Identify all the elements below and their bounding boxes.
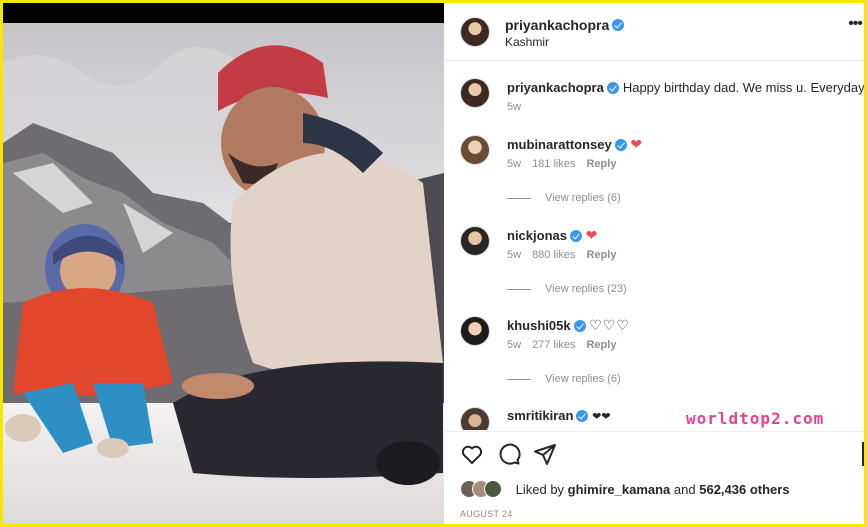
black-hearts-emoji: ❤❤ [592, 411, 611, 423]
verified-icon [569, 229, 582, 242]
author-username[interactable]: priyankachopra [505, 17, 609, 33]
post-date[interactable]: AUGUST 24 [460, 509, 513, 519]
comment-username[interactable]: smritikiran [507, 408, 573, 423]
author-username-row[interactable]: priyankachopra [505, 17, 625, 33]
post-header: priyankachopra Kashmir ••• [444, 3, 864, 61]
likes-row[interactable]: Liked by ghimire_kamana and 562,436 othe… [460, 480, 790, 498]
verified-icon [614, 138, 627, 151]
comment-line: smritikiran ❤❤ [507, 407, 611, 426]
verified-icon [612, 19, 625, 32]
comment-username[interactable]: nickjonas [507, 228, 567, 243]
comment-time[interactable]: 5w [507, 158, 521, 170]
replies-divider [507, 378, 531, 380]
heart-icon[interactable] [460, 442, 484, 466]
liker-avatars [460, 480, 510, 498]
likes-count[interactable]: 562,436 others [699, 482, 789, 497]
view-replies-label: View replies (6) [545, 192, 621, 204]
post-actions: Liked by ghimire_kamana and 562,436 othe… [444, 431, 864, 524]
comment-username[interactable]: mubinarattonsey [507, 137, 612, 152]
comment-line: mubinarattonsey ❤ [507, 135, 642, 154]
avatar[interactable] [460, 407, 490, 430]
liker-avatar [484, 480, 502, 498]
comment-text: Happy birthday dad. We miss u. Everyday. [622, 80, 864, 95]
comment-time[interactable]: 5w [507, 101, 521, 113]
avatar[interactable] [460, 226, 490, 256]
replies-divider [507, 288, 531, 290]
comment-likes[interactable]: 181 likes [532, 158, 575, 170]
likes-and: and [673, 481, 696, 497]
reply-button[interactable]: Reply [586, 158, 616, 170]
comment-likes[interactable]: 277 likes [532, 339, 575, 351]
comment-likes[interactable]: 880 likes [532, 249, 575, 261]
comment-username[interactable]: priyankachopra [507, 80, 604, 95]
comment-line: khushi05k ♡♡♡ [507, 316, 630, 335]
post-photo[interactable] [3, 3, 444, 524]
verified-icon [606, 81, 619, 94]
verified-icon [576, 409, 589, 422]
white-hearts-emoji: ♡♡♡ [589, 317, 630, 333]
comment-time[interactable]: 5w [507, 249, 521, 261]
bookmark-icon[interactable] [862, 442, 864, 466]
red-heart-emoji: ❤ [585, 227, 598, 243]
avatar[interactable] [460, 135, 490, 165]
avatar[interactable] [460, 316, 490, 346]
share-icon[interactable] [533, 442, 557, 466]
comment-icon[interactable] [497, 442, 521, 466]
likes-prefix: Liked by [515, 481, 565, 497]
reply-button[interactable]: Reply [586, 249, 616, 261]
verified-icon [573, 319, 586, 332]
comment-username[interactable]: khushi05k [507, 318, 571, 333]
comment-meta: 5w 880 likes Reply [507, 249, 627, 261]
comment-line: nickjonas ❤ [507, 226, 597, 245]
comment-meta: 5w 181 likes Reply [507, 158, 627, 170]
red-heart-emoji: ❤ [630, 136, 643, 152]
comments-list[interactable]: priyankachopra Happy birthday dad. We mis… [444, 62, 864, 430]
more-icon[interactable]: ••• [848, 15, 863, 33]
watermark: worldtop2.com [686, 409, 825, 428]
post-modal: priyankachopra Kashmir ••• priyankachopr… [3, 3, 864, 524]
avatar[interactable] [460, 78, 490, 108]
post-details-panel: priyankachopra Kashmir ••• priyankachopr… [444, 3, 864, 524]
photo-illustration [3, 3, 444, 524]
view-replies-label: View replies (23) [545, 283, 627, 295]
comment-meta: 5w [507, 101, 532, 113]
caption-line: priyankachopra Happy birthday dad. We mis… [507, 78, 864, 97]
replies-divider [507, 197, 531, 199]
post-location[interactable]: Kashmir [505, 35, 549, 49]
comment-time[interactable]: 5w [507, 339, 521, 351]
view-replies-button[interactable]: View replies (23) [507, 283, 627, 295]
view-replies-button[interactable]: View replies (6) [507, 192, 621, 204]
likes-text: Liked by ghimire_kamana and 562,436 othe… [516, 482, 790, 497]
reply-button[interactable]: Reply [586, 339, 616, 351]
author-avatar[interactable] [460, 17, 490, 47]
view-replies-button[interactable]: View replies (6) [507, 373, 621, 385]
comment-meta: 5w 277 likes Reply [507, 339, 627, 351]
liker-username[interactable]: ghimire_kamana [568, 482, 671, 497]
view-replies-label: View replies (6) [545, 373, 621, 385]
